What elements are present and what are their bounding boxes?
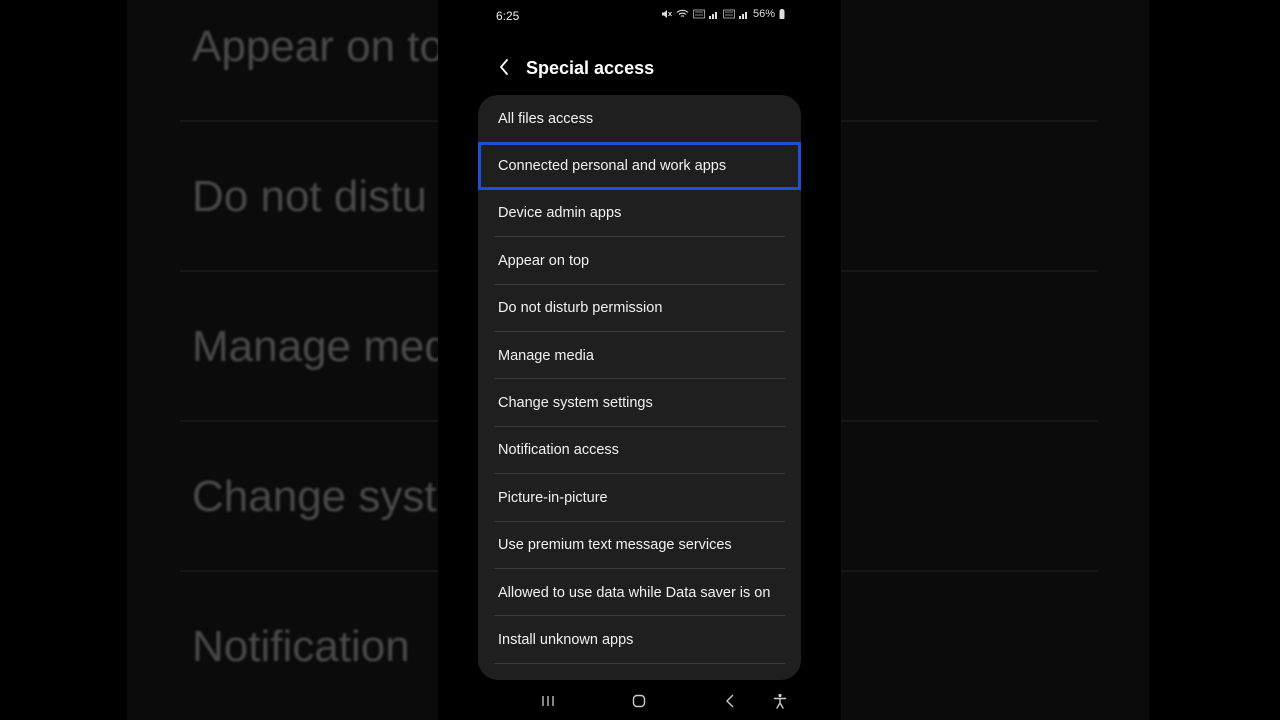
list-item-install-unknown-apps[interactable]: Install unknown apps [478, 616, 801, 664]
accessibility-icon [773, 693, 787, 709]
list-item-label: Use premium text message services [498, 537, 732, 554]
list-item-manage-media[interactable]: Manage media [478, 332, 801, 380]
list-item-appear-on-top[interactable]: Appear on top [478, 237, 801, 285]
list-item-device-admin-apps[interactable]: Device admin apps [478, 190, 801, 238]
battery-icon [779, 9, 785, 19]
chevron-left-icon [500, 59, 508, 75]
mute-icon [661, 10, 672, 18]
list-item-data-saver-allowed[interactable]: Allowed to use data while Data saver is … [478, 569, 801, 617]
list-item-label: Connected personal and work apps [498, 158, 727, 175]
bg-item: Appear on to [192, 22, 444, 71]
signal-icon [708, 12, 717, 19]
recents-button[interactable] [535, 690, 561, 712]
list-item-label: Do not disturb permission [498, 300, 663, 317]
wifi-icon [676, 9, 689, 17]
page-title: Special access [526, 58, 655, 78]
special-access-list: All files access Connected personal and … [478, 95, 801, 680]
back-icon [726, 694, 734, 708]
list-item-change-system-settings[interactable]: Change system settings [478, 379, 801, 427]
volte-icon [723, 9, 735, 19]
bg-item: Do not distu [192, 172, 427, 221]
accessibility-button[interactable] [767, 690, 793, 712]
list-item-label: Install unknown apps [498, 631, 634, 648]
bg-item: Manage med [192, 322, 449, 371]
battery-percent: 56% [752, 8, 775, 20]
status-icons: 56% [661, 8, 785, 20]
back-button[interactable] [490, 53, 518, 81]
list-item-all-files-access[interactable]: All files access [478, 95, 801, 142]
divider [494, 662, 785, 664]
list-item-label: Notification access [498, 442, 619, 459]
list-item-label: Picture-in-picture [498, 489, 608, 506]
list-item-do-not-disturb-permission[interactable]: Do not disturb permission [478, 285, 801, 332]
app-bar: Special access [438, 44, 841, 94]
list-item-label: Change system settings [498, 395, 653, 412]
list-item-premium-text-message-services[interactable]: Use premium text message services [478, 522, 801, 569]
list-item-label: All files access [498, 110, 594, 127]
navigation-bar [438, 682, 841, 720]
home-button[interactable] [626, 690, 652, 712]
list-item-notification-access[interactable]: Notification access [478, 427, 801, 475]
nav-back-button[interactable] [717, 690, 743, 712]
list-item-picture-in-picture[interactable]: Picture-in-picture [478, 474, 801, 522]
signal-icon [738, 12, 747, 19]
list-item-label: Device admin apps [498, 205, 622, 222]
status-time: 6:25 [496, 9, 520, 23]
phone-screen: 6:25 56% Special access All files access… [438, 0, 841, 720]
status-bar: 6:25 56% [438, 0, 841, 34]
list-item-label: Manage media [498, 347, 594, 364]
list-item-label: Appear on top [498, 252, 590, 269]
recents-icon [542, 696, 554, 706]
list-item-label: Allowed to use data while Data saver is … [498, 584, 771, 601]
volte-icon [693, 9, 705, 19]
bg-item: Notification [192, 622, 410, 671]
home-icon [632, 694, 646, 708]
list-item-connected-personal-work-apps[interactable]: Connected personal and work apps [478, 142, 801, 190]
bg-item: Change syst [192, 472, 437, 521]
